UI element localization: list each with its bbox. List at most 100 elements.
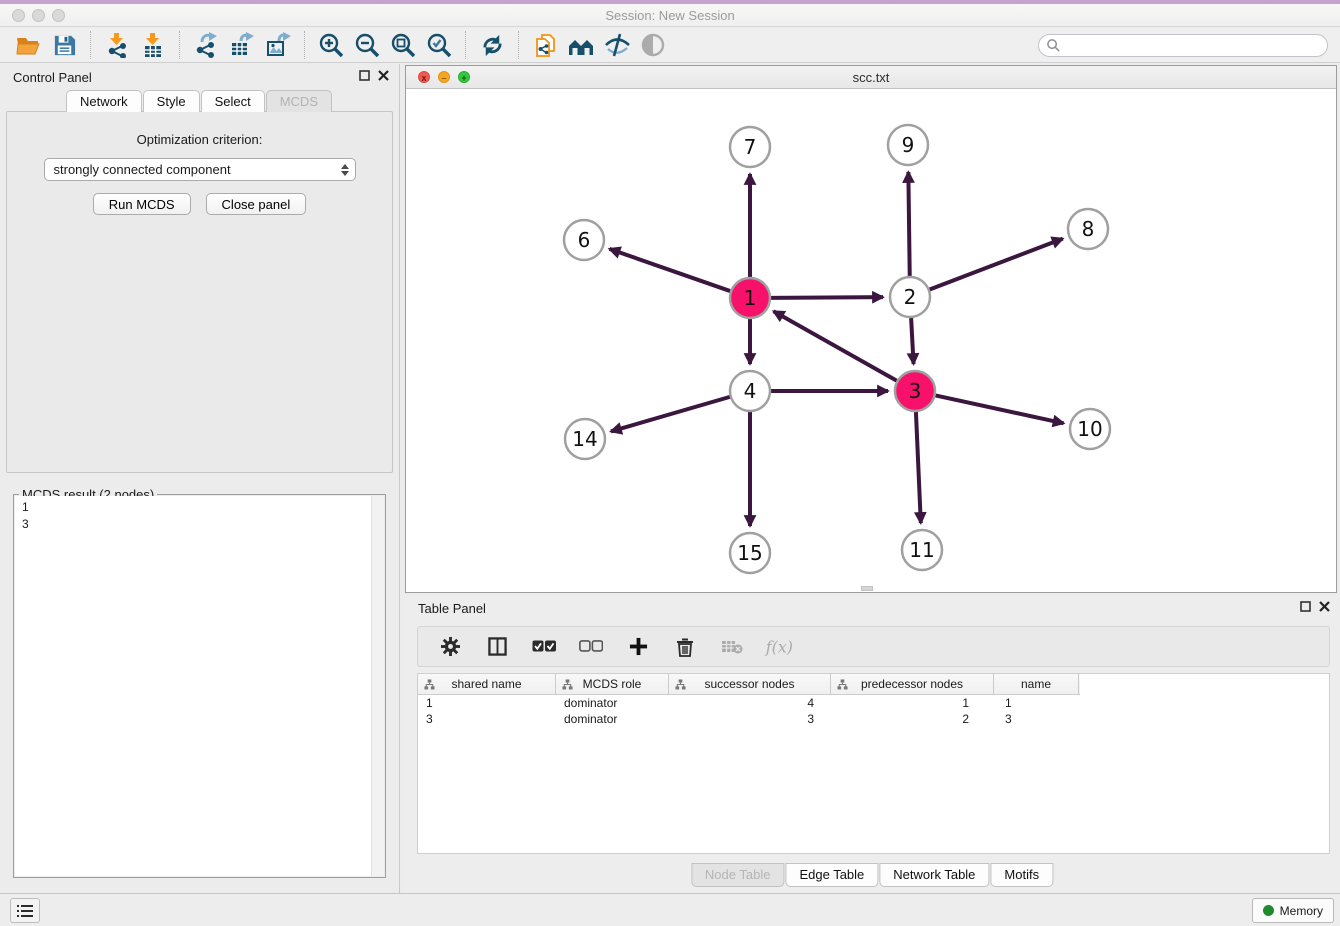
flow-icon [562, 679, 573, 690]
float-panel-icon[interactable] [1300, 601, 1311, 612]
tab-network[interactable]: Network [66, 90, 142, 112]
tab-style[interactable]: Style [143, 90, 200, 112]
flow-icon [424, 679, 435, 690]
svg-text:f(x): f(x) [765, 637, 793, 656]
zoom-fit-icon [390, 32, 417, 59]
graph-node-10[interactable]: 10 [1070, 409, 1110, 449]
graph-node-2[interactable]: 2 [890, 277, 930, 317]
graph-node-15[interactable]: 15 [730, 533, 770, 573]
svg-text:6: 6 [578, 228, 591, 252]
column-header-predecessor-nodes[interactable]: predecessor nodes [831, 674, 994, 694]
canvas-hscroll-handle[interactable] [861, 586, 873, 591]
graph-node-14[interactable]: 14 [565, 419, 605, 459]
delete-column-button[interactable] [670, 632, 700, 662]
graph-node-9[interactable]: 9 [888, 125, 928, 165]
deselect-all-button[interactable] [576, 632, 606, 662]
refresh-button[interactable] [477, 30, 507, 60]
save-session-button[interactable] [49, 30, 79, 60]
table-row[interactable]: 3 dominator 3 2 3 [418, 711, 1329, 727]
toolbar-search-field[interactable] [1038, 34, 1328, 57]
tab-motifs[interactable]: Motifs [990, 863, 1053, 887]
graph-edge-3-11[interactable] [916, 412, 921, 523]
result-scrollbar[interactable] [371, 496, 384, 876]
run-mcds-button[interactable]: Run MCDS [93, 193, 191, 215]
tab-node-table[interactable]: Node Table [691, 863, 785, 887]
open-session-button[interactable] [13, 30, 43, 60]
zoom-in-button[interactable] [316, 30, 346, 60]
zoom-selected-icon [426, 32, 453, 59]
graph-node-6[interactable]: 6 [564, 220, 604, 260]
select-spinner-icon [341, 164, 349, 176]
graph-edge-1-2[interactable] [771, 297, 883, 298]
open-folder-icon [15, 32, 41, 58]
clone-network-button[interactable] [530, 30, 560, 60]
graph-node-1[interactable]: 1 [730, 278, 770, 318]
network-canvas[interactable]: 7 9 6 8 1 2 4 3 14 10 15 11 [406, 89, 1336, 592]
tab-select[interactable]: Select [201, 90, 265, 112]
graph-node-3[interactable]: 3 [895, 371, 935, 411]
graph-node-11[interactable]: 11 [902, 530, 942, 570]
add-column-button[interactable] [623, 632, 653, 662]
mcds-result-list: 1 3 [15, 496, 384, 876]
flow-icon [675, 679, 686, 690]
column-header-mcds-role[interactable]: MCDS role [556, 674, 669, 694]
window-title: Session: New Session [0, 8, 1340, 23]
table-panel: Table Panel [405, 595, 1340, 892]
eye-disabled-button[interactable] [638, 30, 668, 60]
zoom-out-button[interactable] [352, 30, 382, 60]
graph-node-7[interactable]: 7 [730, 127, 770, 167]
import-network-button[interactable] [102, 30, 132, 60]
float-panel-icon[interactable] [359, 70, 370, 81]
function-builder-button-disabled[interactable]: f(x) [764, 632, 794, 662]
delete-table-button-disabled[interactable] [717, 632, 747, 662]
column-header-successor-nodes[interactable]: successor nodes [669, 674, 831, 694]
table-header-row: shared name MCDS role successor nodes pr… [418, 674, 1080, 695]
select-all-button[interactable] [529, 632, 559, 662]
tab-network-table[interactable]: Network Table [879, 863, 989, 887]
plus-icon [629, 637, 648, 656]
task-history-button[interactable] [10, 898, 40, 923]
tab-mcds[interactable]: MCDS [266, 90, 332, 112]
zoom-fit-button[interactable] [388, 30, 418, 60]
table-settings-button[interactable] [435, 632, 465, 662]
first-neighbors-button[interactable] [566, 30, 596, 60]
graph-node-8[interactable]: 8 [1068, 209, 1108, 249]
graph-edge-4-14[interactable] [611, 397, 730, 432]
control-panel: Control Panel Network Style Select MCDS … [0, 64, 400, 893]
memory-button[interactable]: Memory [1252, 898, 1334, 923]
network-graph[interactable]: 7 9 6 8 1 2 4 3 14 10 15 11 [406, 89, 1336, 592]
control-panel-tabs: Network Style Select MCDS [0, 90, 399, 112]
export-network-button[interactable] [191, 30, 221, 60]
vision-button[interactable] [602, 30, 632, 60]
close-panel-icon[interactable] [378, 70, 389, 81]
export-image-button[interactable] [263, 30, 293, 60]
graph-edge-3-10[interactable] [936, 395, 1064, 423]
table-row[interactable]: 1 dominator 4 1 1 [418, 695, 1329, 711]
checked-boxes-icon [532, 640, 556, 653]
graph-edge-2-8[interactable] [930, 239, 1063, 290]
svg-text:3: 3 [909, 379, 922, 403]
graph-edge-2-9[interactable] [908, 172, 909, 276]
criterion-select[interactable]: strongly connected component [44, 158, 356, 181]
graph-edge-2-3[interactable] [911, 318, 913, 364]
zoom-selected-button[interactable] [424, 30, 454, 60]
close-panel-icon[interactable] [1319, 601, 1330, 612]
graph-node-4[interactable]: 4 [730, 371, 770, 411]
column-header-name[interactable]: name [994, 674, 1079, 694]
mcds-tab-content: Optimization criterion: strongly connect… [6, 111, 393, 473]
close-panel-button[interactable]: Close panel [206, 193, 307, 215]
column-header-shared-name[interactable]: shared name [418, 674, 556, 694]
split-panel-button[interactable] [482, 632, 512, 662]
import-table-icon [140, 32, 166, 58]
network-window-titlebar[interactable]: x – + scc.txt [406, 66, 1336, 89]
export-table-button[interactable] [227, 30, 257, 60]
graph-edge-3-1[interactable] [774, 311, 897, 380]
tab-edge-table[interactable]: Edge Table [785, 863, 878, 887]
toolbar-separator [518, 31, 519, 59]
import-table-button[interactable] [138, 30, 168, 60]
result-line: 1 [22, 499, 377, 516]
svg-text:4: 4 [744, 379, 757, 403]
graph-edge-1-6[interactable] [609, 249, 730, 291]
memory-label: Memory [1280, 904, 1323, 918]
svg-text:2: 2 [904, 285, 917, 309]
